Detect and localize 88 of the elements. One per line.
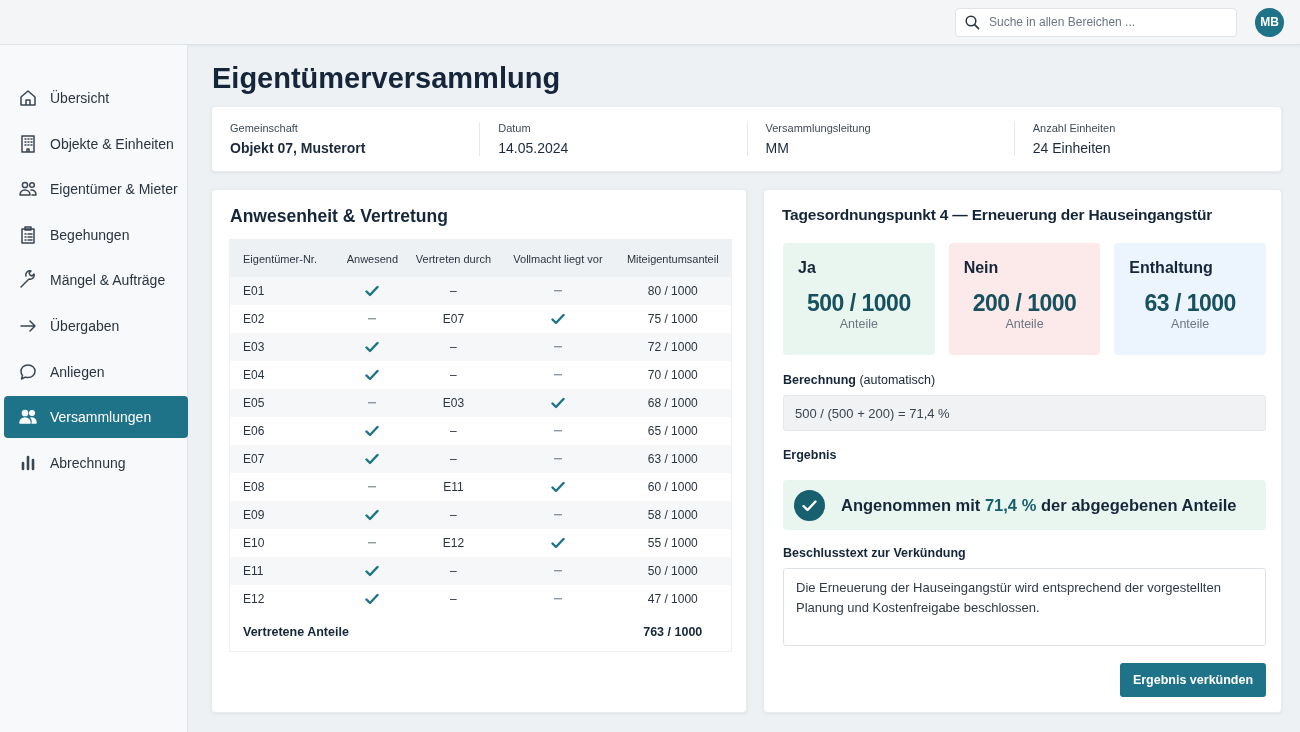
vote-unit: Anteile <box>1004 317 1045 331</box>
vote-label: Ja <box>798 259 817 277</box>
field-label: Berechnung (automatisch) <box>783 373 937 387</box>
sidebar-item[interactable]: Begehungen <box>4 213 188 256</box>
info-label: Anzahl Einheiten <box>1032 122 1117 134</box>
vote-count: 200 / 1000 <box>971 290 1078 317</box>
info-value: 14.05.2024 <box>498 140 570 156</box>
table-cell: 50 / 1000 <box>614 557 732 585</box>
table-cell: 68 / 1000 <box>614 389 732 417</box>
check-circle-icon <box>794 489 825 521</box>
speech-bubble-icon <box>18 361 38 382</box>
table-cell: 63 / 1000 <box>614 445 732 473</box>
home-icon <box>18 88 38 108</box>
calculation-field: 500 / (500 + 200) = 71,4 % <box>783 395 1266 432</box>
sidebar-item[interactable]: Eigentümer & Mieter <box>4 168 188 211</box>
clipboard-icon <box>18 224 38 245</box>
table-cell: 75 / 1000 <box>614 305 732 333</box>
column-header: Eigentümer-Nr. <box>229 239 340 277</box>
table-cell: 70 / 1000 <box>614 361 732 389</box>
field-label: Beschlusstext zur Verkündung <box>783 546 967 561</box>
table-cell: E07 <box>229 445 340 473</box>
vote-unit: Anteile <box>1170 317 1211 331</box>
table-cell: E12 <box>229 585 340 613</box>
table-cell: 80 / 1000 <box>614 277 732 305</box>
resolution-text-field[interactable]: Die Erneuerung der Hauseingangstür wird entsprechend der vorgestellten Planung und Kostenfreigabe beschlossen. <box>783 568 1266 646</box>
wrench-icon <box>18 270 38 291</box>
sidebar-item[interactable]: Objekte & Einheiten <box>4 122 188 165</box>
table-cell: 58 / 1000 <box>614 501 732 529</box>
column-header: Vertreten durch <box>405 239 502 277</box>
info-value: 24 Einheiten <box>1032 140 1112 156</box>
sidebar-item[interactable]: Versammlungen <box>4 396 188 439</box>
table-cell: – <box>405 333 502 361</box>
table-cell: E07 <box>405 305 502 333</box>
info-label: Datum <box>498 122 532 134</box>
table-cell: E03 <box>405 389 502 417</box>
table-cell: – <box>405 417 502 445</box>
table-cell: 47 / 1000 <box>614 585 732 613</box>
announce-button[interactable]: Ergebnis verkünden <box>1120 662 1266 697</box>
info-label: Gemeinschaft <box>230 122 299 134</box>
sidebar-item[interactable]: Anliegen <box>4 350 188 393</box>
table-cell: – <box>405 501 502 529</box>
table-cell: E11 <box>229 557 340 585</box>
user-avatar[interactable]: MB <box>1255 7 1284 37</box>
table-cell: – <box>405 557 502 585</box>
info-value: Objekt 07, Musterort <box>230 140 367 156</box>
search-icon <box>965 14 980 30</box>
table-cell: E10 <box>229 529 340 557</box>
table-cell: 55 / 1000 <box>614 529 732 557</box>
table-cell: E11 <box>405 473 502 501</box>
table-cell: E09 <box>229 501 340 529</box>
total-label: Vertretene Anteile <box>229 613 615 652</box>
info-value: MM <box>765 140 790 156</box>
table-cell: – <box>405 585 502 613</box>
column-header: Vollmacht liegt vor <box>501 239 615 277</box>
result-text: Angenommen mit 71,4 % der abgegebenen Anteile <box>841 495 1237 515</box>
sidebar-item[interactable]: Übersicht <box>4 77 188 119</box>
sidebar-item[interactable]: Mängel & Aufträge <box>4 259 188 302</box>
building-icon <box>18 133 38 154</box>
table-cell: E08 <box>229 473 340 501</box>
table-cell: E12 <box>405 529 502 557</box>
info-label: Versammlungsleitung <box>765 122 872 134</box>
panel-title: Anwesenheit & Vertretung <box>230 206 449 227</box>
field-label: Ergebnis <box>783 448 838 463</box>
column-header: Anwesend <box>339 239 406 277</box>
table-cell: 60 / 1000 <box>614 473 732 501</box>
table-cell: E03 <box>229 333 340 361</box>
table-cell: – <box>405 445 502 473</box>
search-field[interactable]: Suche in allen Bereichen ... <box>955 7 1237 37</box>
table-cell: E01 <box>229 277 340 305</box>
sidebar-item[interactable]: Übergaben <box>4 304 188 347</box>
table-cell: E02 <box>229 305 340 333</box>
table-cell: 72 / 1000 <box>614 333 732 361</box>
vote-label: Enthaltung <box>1129 259 1214 277</box>
table-cell: E05 <box>229 389 340 417</box>
table-cell: E04 <box>229 361 340 389</box>
panel-title: Tagesordnungspunkt 4 — Erneuerung der Hauseingangstür <box>782 206 1214 224</box>
table-cell: 65 / 1000 <box>614 417 732 445</box>
vote-count: 63 / 1000 <box>1143 290 1237 317</box>
column-header: Miteigentumsanteil <box>614 239 732 277</box>
page-title: Eigentümerversammlung <box>212 61 562 96</box>
table-cell: – <box>405 277 502 305</box>
table-cell: – <box>405 361 502 389</box>
vote-count: 500 / 1000 <box>805 290 912 317</box>
total-value: 763 / 1000 <box>614 613 732 652</box>
table-cell: E06 <box>229 417 340 445</box>
sidebar-item[interactable]: Abrechnung <box>4 441 188 484</box>
vote-label: Nein <box>963 259 1000 277</box>
vote-unit: Anteile <box>838 317 879 331</box>
